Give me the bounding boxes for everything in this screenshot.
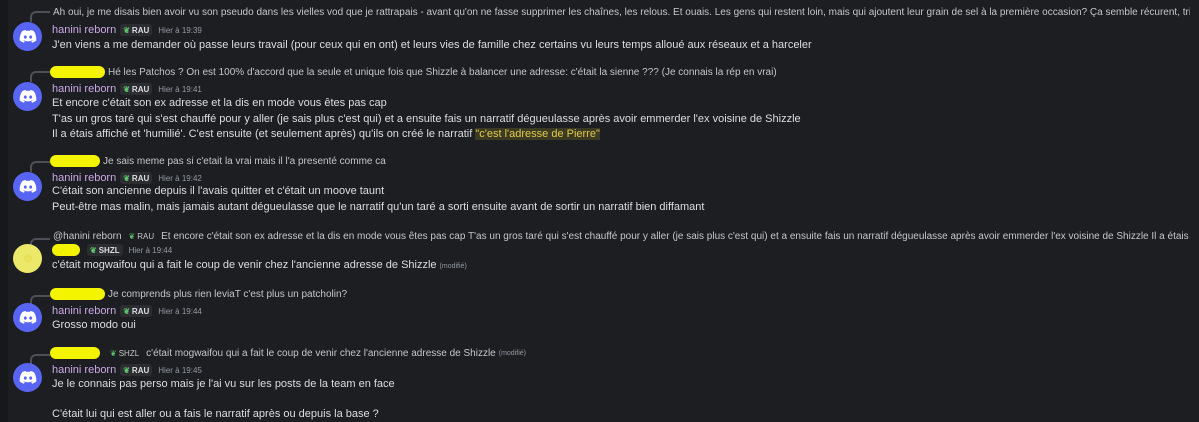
avatar[interactable] <box>13 303 42 332</box>
reply-text: c'était mogwaifou qui a fait le coup de … <box>146 347 496 359</box>
message-1: Ah oui, je me disais bien avoir vu son p… <box>0 0 1199 58</box>
message-3: Je sais meme pas si c'etait la vrai mais… <box>0 150 1199 228</box>
leaf-icon: ❦ <box>128 231 136 241</box>
leaf-icon: ❦ <box>123 84 130 94</box>
redacted-author <box>50 155 100 167</box>
message-line: c'était mogwaifou qui a fait le coup de … <box>52 259 467 271</box>
discord-logo-icon <box>19 30 36 43</box>
redacted-author <box>52 244 80 256</box>
discord-logo-icon <box>19 180 36 193</box>
reply-text: Ah oui, je me disais bien avoir vu son p… <box>53 6 1190 18</box>
timestamp: Hier à 19:45 <box>158 365 202 375</box>
timestamp: Hier à 19:41 <box>158 84 202 94</box>
avatar[interactable] <box>13 172 42 201</box>
message-header: hanini reborn ❦ RAU Hier à 19:42 <box>52 170 202 186</box>
timestamp: Hier à 19:42 <box>158 173 202 183</box>
reply-preview[interactable]: ❦ SHZL c'était mogwaifou qui a fait le co… <box>50 345 1190 361</box>
message-header: hanini reborn ❦ RAU Hier à 19:41 <box>52 81 202 97</box>
message-line: Grosso modo oui <box>52 319 136 331</box>
discord-logo-icon <box>19 371 36 384</box>
guild-tag[interactable]: ❦ SHZL <box>87 244 123 256</box>
author-name[interactable]: hanini reborn <box>52 24 116 36</box>
avatar[interactable] <box>13 363 42 392</box>
author-name[interactable]: hanini reborn <box>52 172 116 184</box>
message-header: hanini reborn ❦ RAU Hier à 19:45 <box>52 362 202 378</box>
redacted-author <box>50 347 100 359</box>
timestamp: Hier à 19:44 <box>158 306 202 316</box>
message-line: Il a étais affiché et 'humilié'. C'est e… <box>52 128 600 140</box>
highlighted-quote: "c'est l'adresse de Pierre" <box>475 128 600 140</box>
message-6: ❦ SHZL c'était mogwaifou qui a fait le co… <box>0 342 1199 422</box>
reply-preview[interactable]: Je sais meme pas si c'etait la vrai mais… <box>50 153 1190 169</box>
reply-spine <box>30 161 50 172</box>
message-2: Hé les Patchos ? On est 100% d'accord qu… <box>0 58 1199 150</box>
leaf-icon: ❦ <box>123 365 130 375</box>
leaf-icon: ❦ <box>123 25 130 35</box>
message-line: Je le connais pas perso mais je l'ai vu … <box>52 378 395 390</box>
reply-author[interactable]: @hanini reborn <box>53 231 122 242</box>
message-4: @hanini reborn ❦ RAU Et encore c'était so… <box>0 228 1199 282</box>
leaf-icon: ❦ <box>110 348 117 358</box>
guild-tag[interactable]: ❦ RAU <box>120 305 153 317</box>
avatar[interactable] <box>13 22 42 51</box>
guild-tag[interactable]: ❦ RAU <box>120 172 153 184</box>
message-header: hanini reborn ❦ RAU Hier à 19:39 <box>52 22 202 38</box>
edited-label: (modifié) <box>498 349 526 357</box>
reply-text: Je sais meme pas si c'etait la vrai mais… <box>103 155 386 167</box>
reply-preview[interactable]: @hanini reborn ❦ RAU Et encore c'était so… <box>50 228 1190 244</box>
avatar-image-icon <box>23 254 32 263</box>
message-line: C'était lui qui est aller ou a fais le n… <box>52 408 379 420</box>
message-line: J'en viens a me demander où passe leurs … <box>52 39 812 51</box>
message-header: hanini reborn ❦ RAU Hier à 19:44 <box>52 303 202 319</box>
reply-spine <box>30 71 50 82</box>
author-name[interactable]: hanini reborn <box>52 305 116 317</box>
reply-spine <box>30 11 50 22</box>
discord-logo-icon <box>19 311 36 324</box>
reply-text: Et encore c'était son ex adresse et la d… <box>161 230 1190 242</box>
reply-preview[interactable]: Je comprends plus rien leviaT c'est plus… <box>50 286 1190 302</box>
avatar[interactable] <box>13 82 42 111</box>
timestamp: Hier à 19:44 <box>128 245 173 255</box>
guild-tag[interactable]: ❦ RAU <box>120 364 153 376</box>
reply-text: Je comprends plus rien leviaT c'est plus… <box>108 288 348 300</box>
reply-text: Hé les Patchos ? On est 100% d'accord qu… <box>108 66 777 78</box>
guild-tag[interactable]: ❦ RAU <box>120 24 153 36</box>
redacted-author <box>50 288 105 300</box>
message-5: Je comprends plus rien leviaT c'est plus… <box>0 282 1199 342</box>
reply-preview[interactable]: Hé les Patchos ? On est 100% d'accord qu… <box>50 64 1190 80</box>
message-line: Et encore c'était son ex adresse et la d… <box>52 97 387 109</box>
message-line: Peut-être mas malin, mais jamais autant … <box>52 201 705 213</box>
reply-guild-tag: ❦ RAU <box>128 231 155 241</box>
avatar[interactable] <box>13 244 42 273</box>
reply-preview[interactable]: Ah oui, je me disais bien avoir vu son p… <box>50 4 1190 20</box>
discord-logo-icon <box>19 90 36 103</box>
message-header: ❦ SHZL Hier à 19:44 <box>52 242 172 258</box>
redacted-author <box>50 66 105 78</box>
author-name[interactable]: hanini reborn <box>52 364 116 376</box>
reply-guild-tag: ❦ SHZL <box>110 348 140 358</box>
message-line: T'as un gros taré qui s'est chauffé pour… <box>52 113 801 125</box>
leaf-icon: ❦ <box>123 173 130 183</box>
leaf-icon: ❦ <box>90 245 97 255</box>
edited-label: (modifié) <box>439 263 467 270</box>
leaf-icon: ❦ <box>123 306 130 316</box>
guild-tag[interactable]: ❦ RAU <box>120 83 153 95</box>
message-line: C'était son ancienne depuis il l'avais q… <box>52 185 385 197</box>
timestamp: Hier à 19:39 <box>158 25 202 35</box>
author-name[interactable]: hanini reborn <box>52 83 116 95</box>
